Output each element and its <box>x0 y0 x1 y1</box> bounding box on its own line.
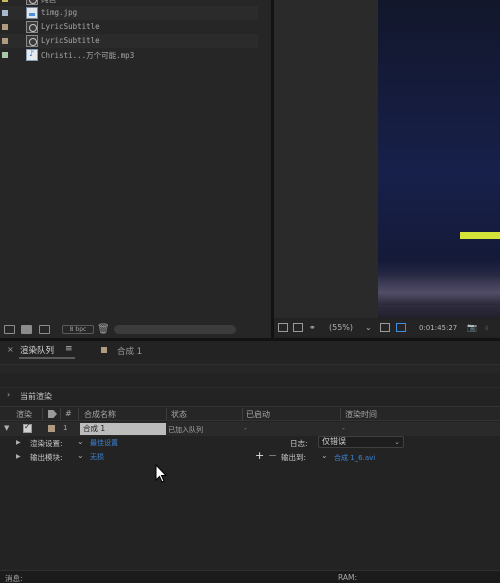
item-started: - <box>244 424 247 433</box>
column-divider[interactable] <box>340 408 341 420</box>
project-item[interactable]: Christi...万个可能.mp3 <box>0 48 258 62</box>
viewer-toolbar: ⚭ (55%) ⌄ 0:01:45:27 📷 ⬨ <box>274 320 500 336</box>
grid-guides-icon[interactable] <box>396 323 406 332</box>
column-divider[interactable] <box>242 408 243 420</box>
output-to-dropdown-icon[interactable]: ⌄ <box>321 451 328 460</box>
project-item-name: timg.jpg <box>41 8 78 17</box>
close-icon[interactable]: × <box>7 345 14 354</box>
column-comp-name[interactable]: 合成名称 <box>84 409 116 420</box>
output-to-label: 输出到: <box>281 453 307 462</box>
project-panel: 纯色 timg.jpg LyricSubtitle LyricSubtitle … <box>0 0 271 338</box>
mouse-cursor-icon <box>155 464 167 483</box>
label-tag-icon[interactable] <box>48 410 57 418</box>
project-item[interactable]: LyricSubtitle <box>0 20 258 34</box>
project-item[interactable]: timg.jpg <box>0 6 258 20</box>
render-item-row[interactable]: ▼ 1 合成 1 已加入队列 - - <box>0 422 500 436</box>
output-module-dropdown-icon[interactable]: ⌄ <box>77 451 84 460</box>
ram-label: RAM: <box>338 573 358 582</box>
chevron-down-icon[interactable]: ⌄ <box>365 322 372 333</box>
image-file-icon <box>26 7 38 19</box>
trash-icon[interactable]: 🗑 <box>97 324 110 335</box>
panel-menu-icon[interactable]: ≡ <box>65 344 73 354</box>
composition-icon <box>26 21 38 33</box>
output-module-value[interactable]: 无损 <box>90 452 104 462</box>
folder-icon <box>26 0 38 5</box>
active-tab-indicator <box>19 357 75 359</box>
camera-icon[interactable]: 📷 <box>467 322 477 333</box>
tab-render-queue[interactable]: 渲染队列 <box>20 344 54 356</box>
column-divider[interactable] <box>166 408 167 420</box>
tab-composition[interactable]: 合成 1 <box>117 345 142 357</box>
status-bar: 消息: RAM: <box>0 570 500 583</box>
project-toolbar: 8 bpc 🗑 <box>0 323 271 336</box>
remove-output-module-button[interactable]: − <box>268 450 277 462</box>
label-color-swatch[interactable] <box>2 52 8 58</box>
chevron-right-icon[interactable]: › <box>7 390 10 399</box>
output-module-row: ▶ 输出模块: ⌄ 无损 + − 输出到: ⌄ 合成 1_6.avi <box>0 450 500 464</box>
column-header: 渲染 # 合成名称 状态 已启动 渲染时间 <box>0 406 500 421</box>
log-value: 仅错误 <box>322 437 346 446</box>
expand-triangle-icon[interactable]: ▶ <box>16 453 21 460</box>
project-item-name: Christi...万个可能.mp3 <box>41 51 135 60</box>
mask-visibility-icon[interactable]: ⚭ <box>309 322 316 333</box>
canvas-gradient <box>378 275 500 305</box>
label-color-swatch[interactable] <box>48 425 55 432</box>
item-comp-name[interactable]: 合成 1 <box>80 423 166 435</box>
render-settings-row: ▶ 渲染设置: ⌄ 最佳设置 日志: 仅错误 ⌄ <box>0 436 500 450</box>
column-status[interactable]: 状态 <box>171 409 187 420</box>
render-queue-tabbar: × 渲染队列 ≡ 合成 1 <box>0 341 500 361</box>
item-number: 1 <box>63 424 68 432</box>
chevron-down-icon: ⌄ <box>394 438 400 446</box>
composition-canvas[interactable] <box>378 0 500 318</box>
lyric-bar-layer[interactable] <box>460 232 500 239</box>
column-number[interactable]: # <box>65 409 72 418</box>
render-settings-label: 渲染设置: <box>30 439 63 448</box>
current-time[interactable]: 0:01:45:27 <box>419 324 457 332</box>
render-checkbox[interactable] <box>23 422 32 433</box>
column-divider[interactable] <box>60 408 61 420</box>
render-progress-strip <box>0 364 500 373</box>
viewer-pasteboard <box>274 0 378 318</box>
add-output-module-button[interactable]: + <box>255 450 264 462</box>
message-label: 消息: <box>5 574 23 583</box>
item-status: 已加入队列 <box>168 426 203 434</box>
column-render[interactable]: 渲染 <box>16 409 32 420</box>
collapse-triangle-icon[interactable]: ▼ <box>4 424 9 432</box>
project-item-name: 纯色 <box>41 0 56 5</box>
current-render-label: 当前渲染 <box>20 392 52 401</box>
item-render-time: - <box>342 424 345 433</box>
new-folder-icon[interactable] <box>21 325 32 334</box>
label-color-swatch <box>101 347 107 353</box>
column-render-time[interactable]: 渲染时间 <box>345 409 377 420</box>
interpret-footage-icon[interactable] <box>4 325 15 334</box>
column-divider[interactable] <box>78 408 79 420</box>
always-preview-icon[interactable] <box>278 323 288 332</box>
horizontal-scrollbar[interactable] <box>114 325 236 334</box>
bit-depth-button[interactable]: 8 bpc <box>62 325 94 334</box>
zoom-value[interactable]: (55%) <box>329 322 353 333</box>
label-color-swatch[interactable] <box>2 10 8 16</box>
color-icon[interactable]: ⬨ <box>485 322 489 333</box>
fit-to-frame-icon[interactable] <box>380 323 390 332</box>
output-file-name[interactable]: 合成 1_6.avi <box>334 453 375 463</box>
column-started[interactable]: 已启动 <box>246 409 270 420</box>
project-item-name: LyricSubtitle <box>41 36 100 45</box>
render-settings-dropdown-icon[interactable]: ⌄ <box>77 437 84 446</box>
project-item[interactable]: LyricSubtitle <box>0 34 258 48</box>
log-label: 日志: <box>290 439 308 448</box>
label-color-swatch[interactable] <box>2 38 8 44</box>
label-color-swatch[interactable] <box>2 0 8 2</box>
output-module-label: 输出模块: <box>30 453 63 462</box>
render-settings-value[interactable]: 最佳设置 <box>90 438 118 448</box>
monitor-icon[interactable] <box>293 323 303 332</box>
current-render-section[interactable]: › 当前渲染 <box>0 387 500 402</box>
project-item-name: LyricSubtitle <box>41 22 100 31</box>
column-divider[interactable] <box>42 408 43 420</box>
composition-icon <box>26 35 38 47</box>
new-comp-icon[interactable] <box>39 325 50 334</box>
label-color-swatch[interactable] <box>2 24 8 30</box>
log-dropdown[interactable]: 仅错误 ⌄ <box>318 436 404 448</box>
audio-file-icon <box>26 49 38 61</box>
expand-triangle-icon[interactable]: ▶ <box>16 439 21 446</box>
